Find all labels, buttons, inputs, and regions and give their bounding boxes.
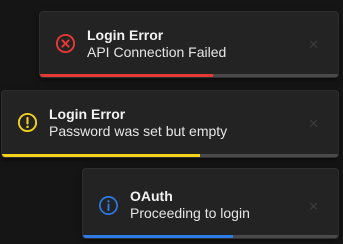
toast-progress-track (83, 235, 338, 238)
warning-circle-exclamation-icon (17, 112, 38, 133)
info-circle-icon (99, 196, 118, 215)
toast-progress-track (2, 154, 338, 157)
toast-message: API Connection Failed (87, 44, 227, 60)
toast-message: Password was set but empty (49, 123, 228, 139)
toast-api-connection-error[interactable]: Login Error API Connection Failed ✕ (39, 11, 339, 78)
close-icon[interactable]: ✕ (308, 38, 319, 51)
toast-stack: Login Error API Connection Failed ✕ Logi… (0, 0, 343, 244)
toast-title: OAuth (130, 188, 173, 204)
toast-message: Proceeding to login (130, 205, 250, 221)
close-icon[interactable]: ✕ (308, 117, 319, 130)
toast-title: Login Error (49, 106, 126, 122)
toast-password-empty-warning[interactable]: Login Error Password was set but empty ✕ (1, 90, 339, 158)
toast-title: Login Error (87, 27, 164, 43)
toast-progress-fill (40, 74, 213, 77)
toast-progress-track (40, 74, 338, 77)
close-icon[interactable]: ✕ (308, 200, 319, 213)
toast-progress-fill (83, 235, 234, 238)
toast-oauth-info[interactable]: OAuth Proceeding to login ✕ (82, 168, 339, 239)
toast-progress-fill (2, 154, 201, 157)
error-circle-x-icon (55, 33, 76, 54)
